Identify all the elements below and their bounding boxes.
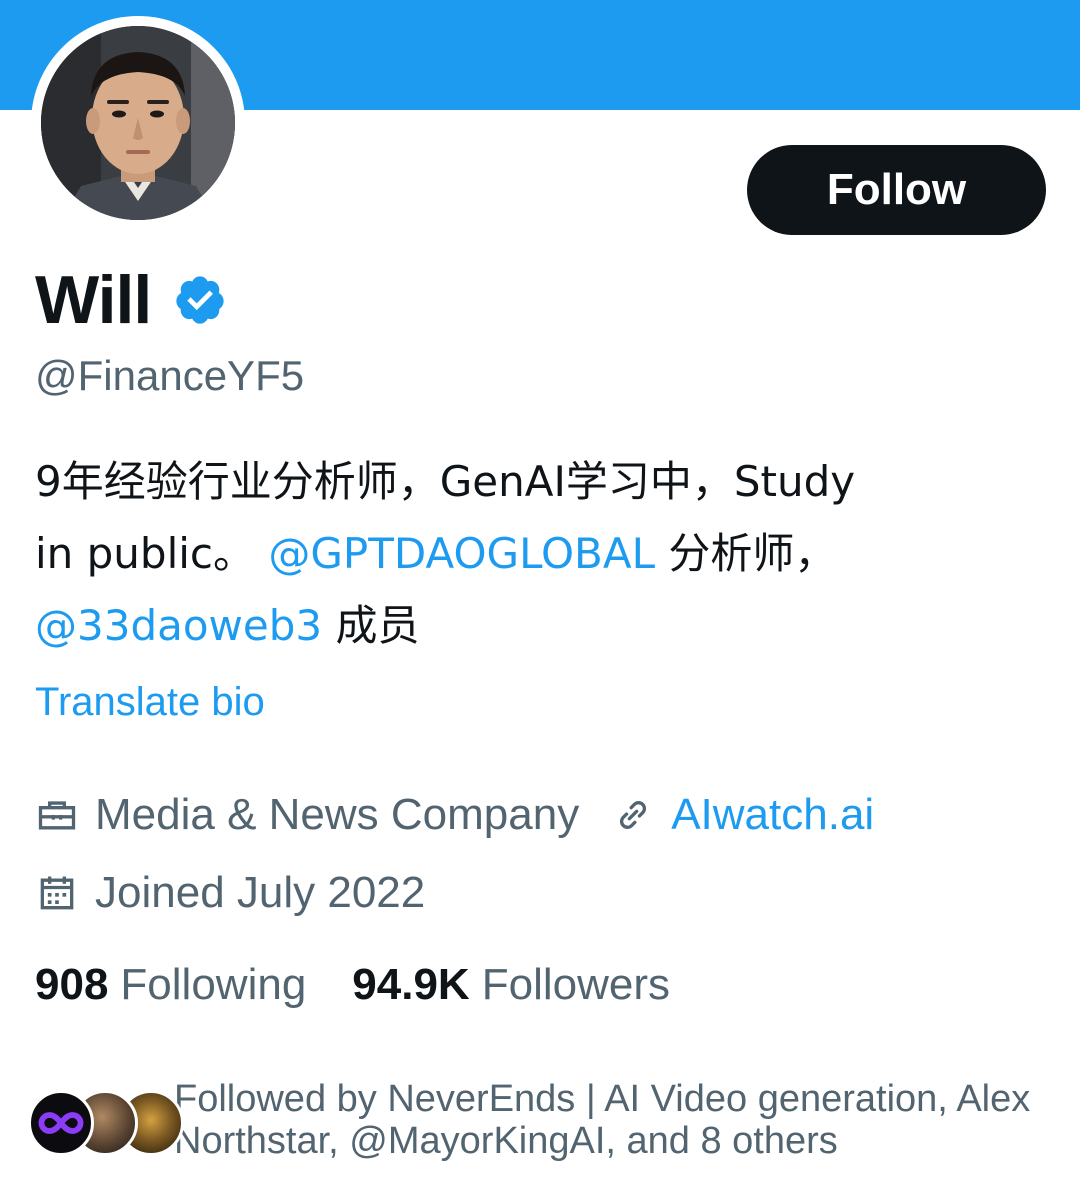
infinity-logo-icon <box>38 1112 84 1134</box>
translate-bio-link[interactable]: Translate bio <box>35 680 265 725</box>
avatar-portrait <box>41 26 235 220</box>
link-icon <box>620 801 647 829</box>
following-label: Following <box>120 960 307 1009</box>
bio-line-3: @33daoweb3 成员 <box>35 590 935 662</box>
followers-label: Followers <box>481 960 670 1009</box>
avatar-ring <box>31 16 245 230</box>
bio-text: 分析师， <box>655 529 837 578</box>
bio-text: in public。 <box>35 529 269 578</box>
name-row: Will <box>35 262 227 338</box>
handle: @FinanceYF5 <box>35 352 305 399</box>
bio: 9年经验行业分析师，GenAI学习中，Study in public。 @GPT… <box>35 446 935 662</box>
mention-link[interactable]: @33daoweb3 <box>35 601 322 650</box>
followers-count: 94.9K <box>352 960 470 1009</box>
bio-text: 成员 <box>322 601 420 650</box>
joined-date: Joined July 2022 <box>95 868 426 917</box>
follower-avatar <box>28 1090 94 1156</box>
followers-stat[interactable]: 94.9K Followers <box>352 960 670 1010</box>
avatar[interactable] <box>41 26 235 220</box>
bio-line-2: in public。 @GPTDAOGLOBAL 分析师， <box>35 518 935 590</box>
profile-meta-row: Media & News Company AIwatch.ai <box>35 790 874 840</box>
verified-badge-icon[interactable] <box>173 273 227 327</box>
calendar-icon <box>40 876 74 910</box>
followed-by-text[interactable]: Followed by NeverEnds | AI Video generat… <box>174 1078 1054 1162</box>
profile-page: Follow Will @FinanceYF5 9年经验行业分析师，GenAI学… <box>0 0 1080 1196</box>
following-count: 908 <box>35 960 109 1009</box>
category-label: Media & News Company <box>95 790 580 839</box>
bio-line-1: 9年经验行业分析师，GenAI学习中，Study <box>35 457 856 506</box>
following-stat[interactable]: 908 Following <box>35 960 306 1010</box>
mutual-followers-avatars[interactable] <box>28 1090 184 1160</box>
follow-button[interactable]: Follow <box>747 145 1046 235</box>
display-name: Will <box>35 262 152 338</box>
briefcase-icon <box>38 801 76 830</box>
mention-link[interactable]: @GPTDAOGLOBAL <box>268 529 655 578</box>
follow-stats: 908 Following 94.9K Followers <box>35 960 670 1010</box>
website-link[interactable]: AIwatch.ai <box>671 790 874 840</box>
profile-meta-row: Joined July 2022 <box>35 868 425 918</box>
